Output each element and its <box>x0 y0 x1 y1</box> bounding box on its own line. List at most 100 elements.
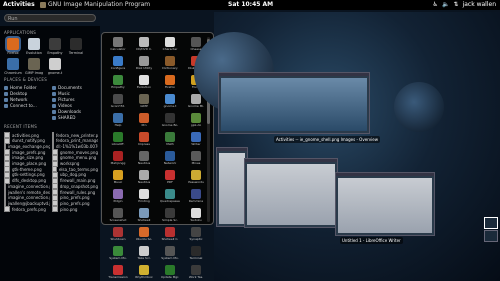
search-input[interactable]: Run <box>4 14 96 22</box>
app-icon <box>165 246 175 256</box>
app-menu[interactable]: GNU Image Manipulation Program <box>40 0 150 10</box>
app-launcher[interactable]: Gnome Bo. <box>160 113 180 129</box>
app-launcher[interactable]: Gconf Ed. <box>108 94 128 110</box>
clock[interactable]: Sat 10:45 AM <box>228 0 273 10</box>
app-label: System Mo. <box>109 256 127 260</box>
app-launcher[interactable]: CD/DVD C. <box>134 37 154 53</box>
app-launcher[interactable]: Pidgin <box>108 189 128 205</box>
app-label: Work Tas. <box>188 275 204 279</box>
recent-item-label: pino.png <box>60 206 78 212</box>
app-launcher[interactable]: Transmission <box>108 265 128 281</box>
app-launcher[interactable]: Remmina <box>186 189 206 205</box>
app-launcher[interactable]: Evolution <box>134 75 154 91</box>
app-icon <box>139 227 149 237</box>
app-launcher[interactable]: Synaptic <box>186 227 206 243</box>
app-launcher[interactable]: Passwords <box>186 170 206 186</box>
app-launcher[interactable]: Empathy <box>108 75 128 91</box>
workspace-thumbnail-2[interactable] <box>484 230 498 242</box>
place-item[interactable]: Network <box>4 97 27 102</box>
app-label: Mines <box>191 161 201 165</box>
favorite-app[interactable]: gnome-t <box>46 58 64 75</box>
app-icon <box>139 265 149 275</box>
app-launcher[interactable]: Shotwell C. <box>160 227 180 243</box>
app-launcher[interactable]: Shotwell <box>134 208 154 224</box>
app-icon <box>165 189 175 199</box>
app-launcher[interactable]: Rhythmbox <box>134 265 154 281</box>
window-thumbnail-image-viewer[interactable] <box>218 72 370 134</box>
app-icon <box>49 38 61 50</box>
app-launcher[interactable]: Take Scr. <box>134 246 154 262</box>
app-launcher[interactable]: LibreOff. <box>108 132 128 148</box>
app-launcher[interactable]: GIMP <box>134 94 154 110</box>
place-item[interactable]: SHARED <box>52 115 75 120</box>
app-icon <box>28 38 40 50</box>
app-icon <box>139 189 149 199</box>
favorite-app[interactable]: Evolution <box>25 38 43 55</box>
app-launcher[interactable]: Character <box>160 37 180 53</box>
app-launcher[interactable]: Ktn <box>134 113 154 129</box>
network-icon[interactable]: ⇅ <box>454 0 459 10</box>
app-launcher[interactable]: Nautilus <box>134 170 154 186</box>
app-launcher[interactable]: Writer <box>186 132 206 148</box>
app-launcher[interactable]: Configure <box>108 56 128 72</box>
app-label: Nautilus <box>137 161 151 165</box>
accessibility-icon[interactable]: ♿ <box>433 0 438 10</box>
app-launcher[interactable]: Help <box>108 113 128 129</box>
recent-item[interactable]: pino.png <box>52 206 98 213</box>
app-launcher[interactable]: Dictionary <box>160 56 180 72</box>
place-item[interactable]: Documents <box>52 85 82 90</box>
app-label: Math <box>166 142 174 146</box>
user-menu[interactable]: jack wallen <box>463 0 496 10</box>
folder-icon <box>4 97 8 102</box>
place-item[interactable]: Music <box>52 91 70 96</box>
app-launcher[interactable]: System Mo. <box>108 246 128 262</box>
favorite-app[interactable]: Chromium <box>4 58 22 75</box>
app-icon <box>139 113 149 123</box>
app-launcher[interactable]: Firefox <box>160 75 180 91</box>
favorite-app[interactable]: Terminal <box>67 38 85 55</box>
app-launcher[interactable]: Terminal <box>186 246 206 262</box>
place-item[interactable]: Connect to... <box>4 103 37 108</box>
app-launcher[interactable]: Impress <box>134 132 154 148</box>
favorite-app[interactable]: Empathy <box>46 38 64 55</box>
window-thumbnail-writer[interactable] <box>335 172 435 236</box>
app-launcher[interactable]: gnome-t <box>160 94 180 110</box>
app-launcher[interactable]: Network <box>160 151 180 167</box>
app-launcher[interactable]: Ubuntu So. <box>134 227 154 243</box>
app-launcher[interactable]: gpk-do <box>186 113 206 129</box>
app-launcher[interactable]: Calculator <box>108 37 128 53</box>
place-item[interactable]: Desktop <box>4 91 27 96</box>
app-icon <box>113 113 123 123</box>
app-icon <box>191 246 201 256</box>
app-launcher[interactable]: Simple Sc. <box>160 208 180 224</box>
activities-button[interactable]: Activities <box>3 0 35 10</box>
app-launcher[interactable]: Music <box>108 170 128 186</box>
app-launcher[interactable]: PDF <box>160 170 180 186</box>
app-launcher[interactable]: Mahjongg <box>108 151 128 167</box>
place-item[interactable]: Home Folder <box>4 85 37 90</box>
volume-icon[interactable]: 🔈 <box>442 0 449 10</box>
app-launcher[interactable]: System Mo. <box>160 246 180 262</box>
window-titlebar <box>219 73 369 76</box>
favorite-app[interactable]: Firefox <box>4 38 22 55</box>
app-launcher[interactable]: Disk Utility <box>134 56 154 72</box>
app-launcher[interactable]: Quadrapassel <box>160 189 180 205</box>
app-launcher[interactable]: Screenshot <box>108 208 128 224</box>
window-titlebar <box>336 173 434 176</box>
app-launcher[interactable]: Shutdown <box>108 227 128 243</box>
app-launcher[interactable]: Sudoku <box>186 208 206 224</box>
app-launcher[interactable]: Math <box>160 132 180 148</box>
favorite-app[interactable]: GIMP Image <box>25 58 43 75</box>
workspace-thumbnail-1[interactable] <box>484 217 498 229</box>
window-thumbnail-document[interactable] <box>244 158 338 228</box>
recent-item[interactable]: fedora_prefs.png <box>4 206 50 213</box>
app-launcher[interactable]: Work Tas. <box>186 265 206 281</box>
app-launcher[interactable]: Nautilus <box>134 151 154 167</box>
app-launcher[interactable]: Printing <box>134 189 154 205</box>
place-item[interactable]: Downloads <box>52 109 81 114</box>
place-item[interactable]: Pictures <box>52 97 75 102</box>
app-launcher[interactable]: Mines <box>186 151 206 167</box>
app-icon <box>165 113 175 123</box>
place-item[interactable]: Videos <box>52 103 72 108</box>
app-launcher[interactable]: Update Mgr. <box>160 265 180 281</box>
